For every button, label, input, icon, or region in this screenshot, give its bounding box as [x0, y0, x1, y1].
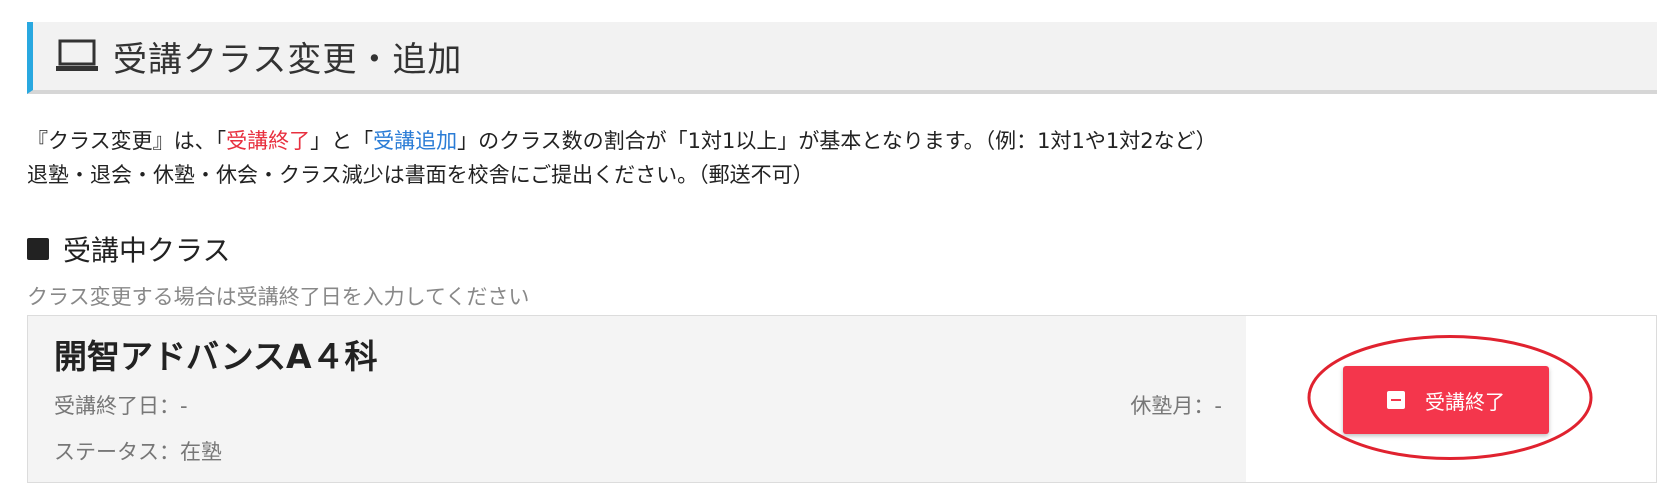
current-classes-title: 受講中クラス — [63, 234, 231, 267]
end-course-button[interactable]: 受講終了 — [1343, 366, 1549, 434]
status-label: ステータス：在塾 — [54, 440, 222, 464]
minus-square-icon — [1387, 391, 1405, 409]
notice-line-1-part-2: 」と「 — [310, 129, 374, 153]
notice-line-2: 退塾・退会・休塾・休会・クラス減少は書面を校舎にご提出ください。（郵送不可） — [27, 163, 814, 187]
section-header: 受講クラス変更・追加 — [27, 22, 1657, 94]
class-card-actions: 受講終了 — [1246, 316, 1656, 482]
add-course-link: 受講追加 — [373, 129, 458, 153]
page: 受講クラス変更・追加 『クラス変更』は、「受講終了」と「受講追加」のクラス数の割… — [0, 0, 1672, 494]
square-bullet-icon — [27, 238, 49, 260]
notice-text: 『クラス変更』は、「受講終了」と「受講追加」のクラス数の割合が「1対1以上」が基… — [27, 124, 1217, 192]
class-card: 開智アドバンスA４科 受講終了日：- ステータス：在塾 休塾月：- 受講終了 — [27, 315, 1657, 483]
notice-line-1-part-3: 」のクラス数の割合が「1対1以上」が基本となります。（例：1対1や1対2など） — [457, 129, 1217, 153]
class-card-info: 開智アドバンスA４科 受講終了日：- ステータス：在塾 休塾月：- — [28, 316, 1246, 482]
leave-month-label: 休塾月：- — [1130, 394, 1222, 418]
page-title: 受講クラス変更・追加 — [113, 39, 463, 80]
class-name: 開智アドバンスA４科 — [54, 337, 378, 376]
notice-line-1: 『クラス変更』は、「受講終了」と「受講追加」のクラス数の割合が「1対1以上」が基… — [27, 124, 1217, 158]
change-hint: クラス変更する場合は受講終了日を入力してください — [27, 285, 530, 309]
notice-line-1-part-1: 『クラス変更』は、「 — [27, 129, 227, 153]
end-course-button-label: 受講終了 — [1425, 389, 1505, 414]
end-course-link: 受講終了 — [226, 129, 311, 153]
current-classes-heading: 受講中クラス — [27, 229, 230, 269]
end-date-label: 受講終了日：- — [54, 394, 188, 418]
laptop-icon — [55, 39, 99, 73]
